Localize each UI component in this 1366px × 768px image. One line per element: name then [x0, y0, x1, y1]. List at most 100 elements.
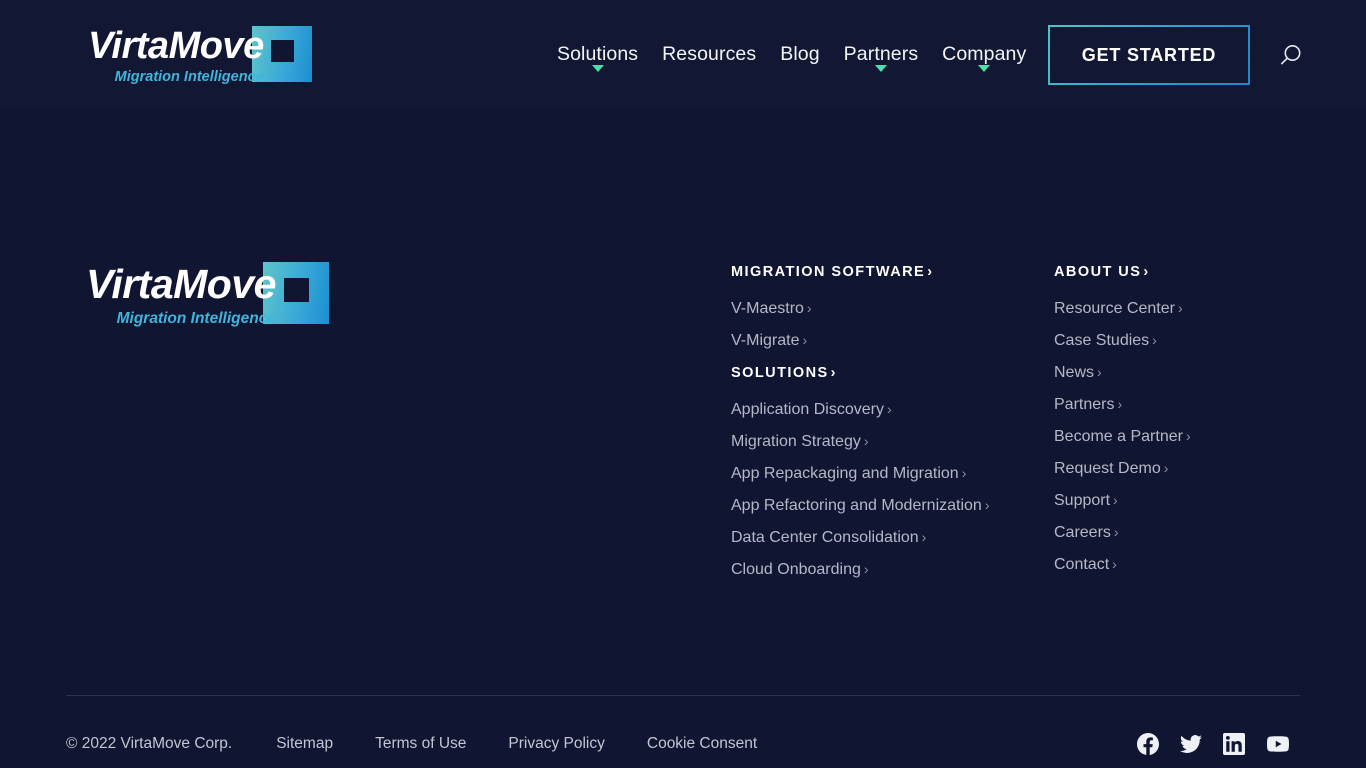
link-text: App Repackaging and Migration [731, 465, 959, 482]
footer-heading-about-us[interactable]: ABOUT US › [1054, 264, 1304, 280]
link-text: Case Studies [1054, 332, 1150, 349]
footer-link-cookie-consent[interactable]: Cookie Consent [647, 735, 757, 753]
heading-text: MIGRATION SOFTWARE [731, 264, 926, 280]
social-links [1137, 733, 1289, 755]
footer-bottom-bar: © 2022 VirtaMove Corp. Sitemap Terms of … [66, 730, 1300, 758]
chevron-right-icon: › [1113, 524, 1119, 540]
link-text: V-Migrate [731, 332, 800, 349]
footer-link-sitemap[interactable]: Sitemap [276, 735, 333, 753]
footer-link-partners[interactable]: Partners › [1054, 397, 1304, 413]
link-text: News [1054, 364, 1095, 381]
chevron-right-icon: › [1152, 332, 1157, 348]
nav-item-resources[interactable]: Resources [650, 45, 768, 65]
heading-text: ABOUT US [1054, 264, 1142, 280]
nav-label: Company [942, 43, 1027, 66]
site-header: VirtaMove Migration Intelligence Solutio… [0, 0, 1366, 110]
link-text: Careers [1054, 524, 1111, 541]
footer-link-news[interactable]: News › [1054, 365, 1304, 381]
link-text: Migration Strategy [731, 433, 861, 450]
footer-link-case-studies[interactable]: Case Studies › [1054, 333, 1304, 349]
footer-link-privacy-policy[interactable]: Privacy Policy [508, 735, 604, 753]
footer-link-support[interactable]: Support › [1054, 493, 1304, 509]
nav-item-solutions[interactable]: Solutions [545, 43, 650, 73]
nav-item-blog[interactable]: Blog [768, 45, 831, 65]
chevron-right-icon: › [921, 529, 927, 545]
chevron-right-icon: › [1112, 556, 1117, 572]
link-text: Contact [1054, 556, 1110, 573]
chevron-right-icon: › [1097, 364, 1102, 380]
link-text: Request Demo [1054, 460, 1161, 477]
chevron-right-icon: › [802, 332, 808, 348]
main-navigation: Solutions Resources Blog Partners Compan… [545, 0, 1038, 110]
footer-link-contact[interactable]: Contact › [1054, 557, 1304, 573]
header-logo[interactable]: VirtaMove Migration Intelligence [88, 26, 312, 84]
logo-wordmark: VirtaMove [86, 260, 276, 307]
chevron-right-icon: › [961, 465, 967, 481]
nav-label: Partners [843, 43, 919, 66]
chevron-right-icon: › [830, 365, 836, 381]
youtube-icon[interactable] [1266, 733, 1289, 755]
nav-label: Resources [662, 43, 757, 66]
link-text: Application Discovery [731, 401, 884, 418]
nav-item-partners[interactable]: Partners [832, 43, 931, 73]
footer-link-app-refactoring-and-modernization[interactable]: App Refactoring and Modernization › [731, 498, 1031, 514]
footer-link-become-a-partner[interactable]: Become a Partner › [1054, 429, 1304, 445]
chevron-right-icon: › [984, 497, 990, 513]
footer-link-cloud-onboarding[interactable]: Cloud Onboarding › [731, 562, 1031, 578]
footer-heading-migration-software[interactable]: MIGRATION SOFTWARE › [731, 264, 1031, 280]
chevron-right-icon: › [863, 433, 869, 449]
chevron-right-icon: › [1143, 264, 1149, 280]
footer-link-terms-of-use[interactable]: Terms of Use [375, 735, 466, 753]
footer-column-migration-software: MIGRATION SOFTWARE › V-Maestro › V-Migrate… [731, 264, 1031, 594]
link-text: App Refactoring and Modernization [731, 497, 982, 514]
get-started-label: GET STARTED [1050, 27, 1248, 83]
search-icon[interactable] [1272, 38, 1308, 74]
chevron-right-icon: › [1185, 428, 1191, 444]
logo-wordmark: VirtaMove [88, 24, 264, 67]
footer-link-resource-center[interactable]: Resource Center › [1054, 301, 1304, 317]
footer-legal-links: © 2022 VirtaMove Corp. Sitemap Terms of … [66, 735, 757, 753]
chevron-right-icon: › [806, 300, 812, 316]
footer-link-app-repackaging-and-migration[interactable]: App Repackaging and Migration › [731, 466, 1031, 482]
chevron-right-icon: › [863, 561, 869, 577]
chevron-right-icon: › [1117, 396, 1123, 412]
heading-text: SOLUTIONS [731, 365, 829, 381]
footer-link-application-discovery[interactable]: Application Discovery › [731, 402, 1031, 418]
link-text: Data Center Consolidation [731, 529, 919, 546]
linkedin-icon[interactable] [1223, 733, 1245, 755]
chevron-down-icon [874, 65, 887, 73]
link-text: Support [1054, 492, 1111, 509]
nav-label: Solutions [557, 43, 639, 66]
link-text: Partners [1054, 396, 1115, 413]
logo-text-block: VirtaMove Migration Intelligence [88, 27, 264, 85]
footer-link-data-center-consolidation[interactable]: Data Center Consolidation › [731, 530, 1031, 546]
logo-tagline: Migration Intelligence [114, 68, 264, 85]
copyright-text: © 2022 VirtaMove Corp. [66, 735, 233, 752]
logo-tagline: Migration Intelligence [116, 309, 276, 327]
footer-link-v-maestro[interactable]: V-Maestro › [731, 301, 1031, 317]
footer-link-careers[interactable]: Careers › [1054, 525, 1304, 541]
chevron-right-icon: › [927, 264, 933, 280]
footer-divider [66, 695, 1300, 696]
get-started-button[interactable]: GET STARTED [1048, 25, 1250, 85]
logo-text-block: VirtaMove Migration Intelligence [86, 260, 276, 327]
chevron-down-icon [591, 65, 604, 73]
page-root: VirtaMove Migration Intelligence Solutio… [0, 0, 1366, 768]
footer-link-request-demo[interactable]: Request Demo › [1054, 461, 1304, 477]
footer-link-migration-strategy[interactable]: Migration Strategy › [731, 434, 1031, 450]
link-text: Resource Center [1054, 300, 1175, 317]
footer-link-v-migrate[interactable]: V-Migrate › [731, 333, 1031, 349]
link-text: V-Maestro [731, 300, 804, 317]
chevron-right-icon: › [1177, 300, 1183, 316]
link-text: Cloud Onboarding [731, 561, 861, 578]
chevron-down-icon [978, 65, 991, 73]
footer-heading-solutions[interactable]: SOLUTIONS › [731, 365, 1031, 381]
chevron-right-icon: › [1113, 492, 1118, 508]
nav-item-company[interactable]: Company [930, 43, 1038, 73]
nav-label: Blog [780, 43, 820, 66]
chevron-right-icon: › [1163, 460, 1169, 476]
twitter-icon[interactable] [1180, 733, 1202, 755]
link-text: Become a Partner [1054, 428, 1183, 445]
facebook-icon[interactable] [1137, 733, 1159, 755]
chevron-right-icon: › [886, 401, 892, 417]
